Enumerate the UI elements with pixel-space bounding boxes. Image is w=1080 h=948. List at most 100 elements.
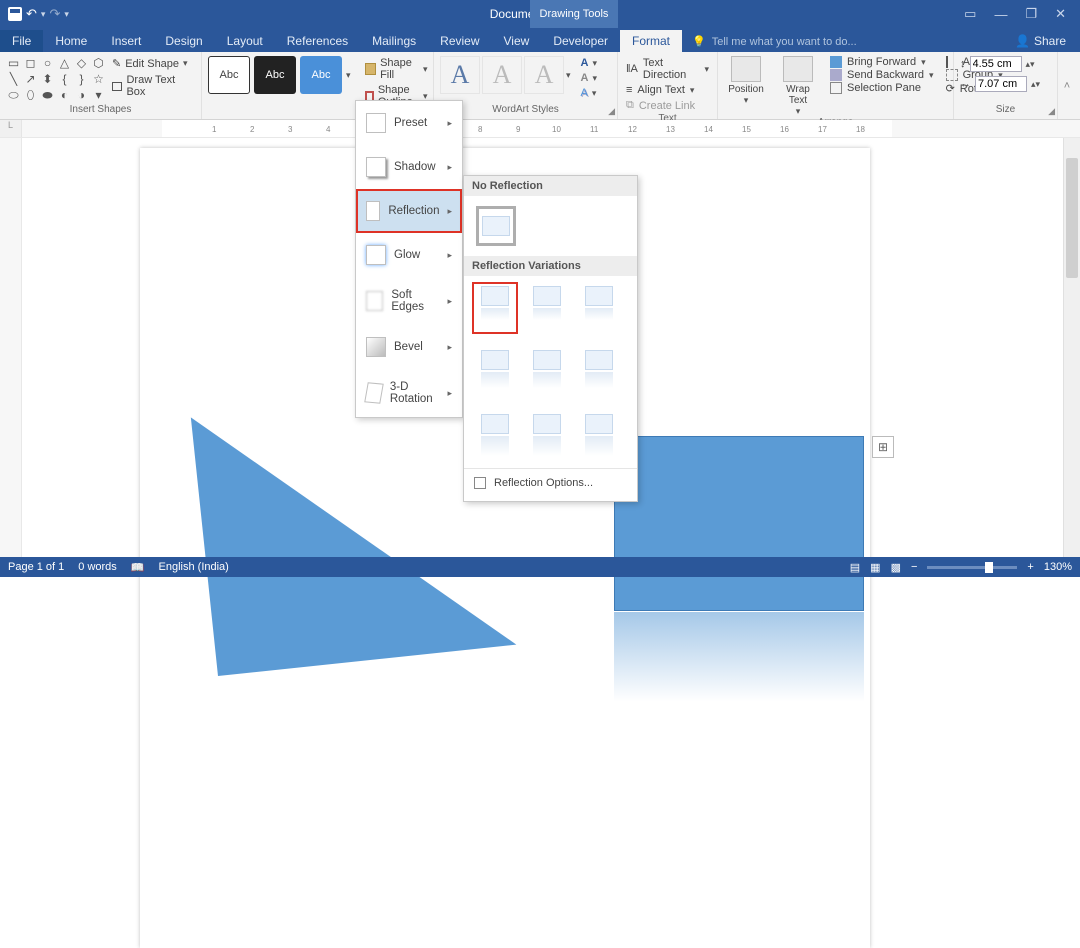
align-text-button[interactable]: ≡Align Text▾ [624, 83, 711, 97]
send-backward-button[interactable]: Send Backward▾ [828, 69, 936, 81]
effects-reflection[interactable]: Reflection▸ [356, 189, 462, 233]
save-icon[interactable] [8, 7, 22, 21]
tab-file[interactable]: File [0, 30, 43, 52]
shape-height-input[interactable] [970, 56, 1022, 72]
wordart-gallery-more[interactable]: ▾ [566, 70, 571, 81]
print-layout-icon[interactable]: ▦ [870, 561, 880, 574]
tab-developer[interactable]: Developer [541, 30, 620, 52]
zoom-out-button[interactable]: − [911, 561, 917, 573]
edit-shape-icon: ✎ [112, 57, 121, 70]
soft-edges-icon [366, 291, 383, 311]
zoom-level[interactable]: 130% [1044, 561, 1072, 573]
restore-icon[interactable]: ❐ [1025, 6, 1037, 22]
effects-shadow[interactable]: Shadow▸ [356, 145, 462, 189]
effects-glow[interactable]: Glow▸ [356, 233, 462, 277]
selection-pane-button[interactable]: Selection Pane [828, 82, 936, 94]
bring-forward-button[interactable]: Bring Forward▾ [828, 56, 936, 68]
zoom-slider[interactable] [927, 566, 1017, 569]
undo-icon[interactable]: ↶ [26, 6, 37, 22]
reflection-variation-1[interactable] [476, 286, 514, 330]
zoom-in-button[interactable]: + [1027, 561, 1033, 573]
page-indicator[interactable]: Page 1 of 1 [8, 561, 64, 573]
wordart-swatch-1[interactable]: A [440, 56, 480, 94]
effects-soft-edges[interactable]: Soft Edges▸ [356, 277, 462, 325]
tab-design[interactable]: Design [153, 30, 214, 52]
tab-mailings[interactable]: Mailings [360, 30, 428, 52]
reflection-icon [366, 201, 380, 221]
close-icon[interactable]: ✕ [1055, 6, 1066, 22]
reflection-variation-3[interactable] [580, 286, 618, 330]
horizontal-ruler[interactable]: 123456789101112131415161718 [22, 120, 1080, 137]
wordart-swatch-3[interactable]: A [524, 56, 564, 94]
reflection-options[interactable]: Reflection Options... [464, 468, 637, 497]
tab-layout[interactable]: Layout [215, 30, 275, 52]
tab-insert[interactable]: Insert [99, 30, 153, 52]
shadow-icon [366, 157, 386, 177]
reflection-variation-2[interactable] [528, 286, 566, 330]
wordart-swatch-2[interactable]: A [482, 56, 522, 94]
create-link-button[interactable]: ⧉Create Link [624, 98, 711, 113]
layout-options-badge[interactable]: ⊞ [872, 436, 894, 458]
effects-preset[interactable]: Preset▸ [356, 101, 462, 145]
share-button[interactable]: 👤Share [1001, 30, 1080, 52]
language-indicator[interactable]: English (India) [159, 561, 229, 573]
minimize-icon[interactable]: — [994, 7, 1007, 22]
reflection-variation-6[interactable] [580, 350, 618, 394]
ribbon-collapse-button[interactable]: ˄ [1058, 52, 1076, 119]
no-reflection-option[interactable] [476, 206, 516, 246]
qat-customize[interactable]: ▾ [64, 9, 69, 20]
shape-style-gallery[interactable]: Abc Abc Abc ▾ [208, 56, 351, 94]
effects-3d-rotation[interactable]: 3-D Rotation▸ [356, 369, 462, 417]
style-swatch-1[interactable]: Abc [208, 56, 250, 94]
text-effects-button[interactable]: A▾ [579, 86, 599, 100]
reflection-options-icon [474, 477, 486, 489]
tab-view[interactable]: View [492, 30, 542, 52]
rectangle-reflection [614, 612, 864, 702]
reflection-variation-7[interactable] [476, 414, 514, 458]
rectangle-shape[interactable] [614, 436, 864, 611]
reflection-variation-8[interactable] [528, 414, 566, 458]
dialog-launcher-icon[interactable]: ◢ [1048, 106, 1055, 117]
zoom-slider-knob[interactable] [985, 562, 993, 573]
dialog-launcher-icon[interactable]: ◢ [608, 106, 615, 117]
spellcheck-icon[interactable]: 📖 [131, 561, 145, 574]
tab-format[interactable]: Format [620, 30, 682, 52]
style-swatch-3[interactable]: Abc [300, 56, 342, 94]
text-fill-button[interactable]: A▾ [579, 56, 599, 70]
wrap-text-button[interactable]: Wrap Text▾ [776, 56, 820, 117]
word-count[interactable]: 0 words [78, 561, 117, 573]
web-layout-icon[interactable]: ▩ [891, 561, 901, 574]
tell-me-search[interactable]: 💡Tell me what you want to do... [682, 31, 867, 52]
style-gallery-more[interactable]: ▾ [346, 70, 351, 81]
reflection-variation-9[interactable] [580, 414, 618, 458]
no-reflection-header: No Reflection [464, 176, 637, 196]
tab-review[interactable]: Review [428, 30, 491, 52]
shape-gallery[interactable]: ▭◻○△◇⬡ ╲↗⬍{}☆ ⬭⬯⬬◐◑▾ [6, 56, 106, 102]
effects-bevel[interactable]: Bevel▸ [356, 325, 462, 369]
edit-shape-button[interactable]: ✎Edit Shape▾ [110, 56, 195, 71]
text-box-icon [112, 82, 122, 91]
vertical-ruler[interactable] [0, 138, 22, 557]
shape-width-input[interactable] [975, 76, 1027, 92]
tab-references[interactable]: References [275, 30, 360, 52]
ribbon-display-options-icon[interactable]: ▭ [964, 6, 976, 22]
draw-text-box-button[interactable]: Draw Text Box [110, 73, 195, 99]
reflection-variation-5[interactable] [528, 350, 566, 394]
reflection-variation-4[interactable] [476, 350, 514, 394]
style-swatch-2[interactable]: Abc [254, 56, 296, 94]
redo-icon[interactable]: ↷ [49, 6, 60, 22]
wordart-gallery[interactable]: A A A ▾ [440, 56, 571, 94]
position-button[interactable]: Position▾ [724, 56, 768, 106]
text-outline-button[interactable]: A▾ [579, 71, 599, 85]
ribbon-tabs: File Home Insert Design Layout Reference… [0, 28, 1080, 52]
height-icon: ↕ [960, 58, 966, 70]
ruler-corner[interactable]: L [0, 120, 22, 137]
undo-dropdown[interactable]: ▾ [41, 9, 46, 20]
read-mode-icon[interactable]: ▤ [850, 561, 860, 574]
layout-options-icon: ⊞ [878, 440, 888, 454]
scrollbar-thumb[interactable] [1066, 158, 1078, 278]
vertical-scrollbar[interactable] [1063, 138, 1080, 557]
shape-fill-button[interactable]: Shape Fill▾ [363, 56, 430, 82]
text-direction-button[interactable]: ‖AText Direction▾ [624, 56, 711, 82]
tab-home[interactable]: Home [43, 30, 99, 52]
